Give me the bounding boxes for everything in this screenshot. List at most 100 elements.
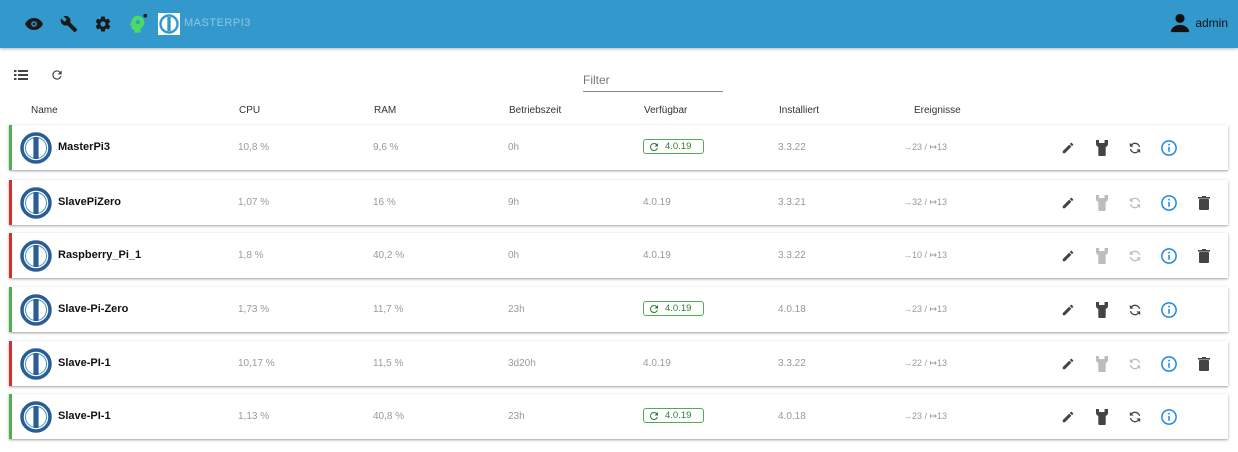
info-icon[interactable]: [1160, 247, 1178, 265]
list-icon[interactable]: [12, 66, 30, 84]
pencil-icon[interactable]: [1059, 408, 1077, 426]
column-header-ram[interactable]: RAM: [374, 105, 396, 116]
sync-icon: [1126, 355, 1144, 373]
host-ram: 11,7 %: [373, 304, 404, 315]
sync-icon[interactable]: [1126, 139, 1144, 157]
wrench-icon: [1093, 247, 1111, 265]
host-cpu: 10,8 %: [238, 142, 270, 153]
host-events: →32 / ↦13: [903, 197, 948, 207]
sync-icon: [1126, 194, 1144, 212]
host-uptime: 23h: [508, 304, 525, 315]
wrench-icon: [1093, 355, 1111, 373]
sync-icon[interactable]: [1126, 408, 1144, 426]
update-button[interactable]: 4.0.19: [643, 408, 704, 423]
pencil-icon[interactable]: [1059, 139, 1077, 157]
refresh-icon: [648, 410, 660, 422]
wrench-icon[interactable]: [1093, 301, 1111, 319]
host-name: Slave-PI-1: [58, 357, 111, 369]
host-installed: 3.3.22: [778, 250, 806, 261]
host-ram: 9,6 %: [373, 142, 399, 153]
host-row[interactable]: Slave-PI-1 1,13 % 40,8 % 23h 4.0.19 4.0.18 →23…: [9, 394, 1228, 439]
host-installed: 3.3.22: [778, 358, 806, 369]
host-row[interactable]: SlavePiZero 1,07 % 16 % 9h 4.0.19 3.3.21 →32 /…: [9, 180, 1228, 225]
update-button[interactable]: 4.0.19: [643, 139, 704, 154]
host-uptime: 3d20h: [508, 358, 536, 369]
host-ram: 40,2 %: [373, 250, 405, 261]
host-logo-icon: [20, 187, 52, 219]
info-icon[interactable]: [1160, 139, 1178, 157]
wrench-icon[interactable]: [1093, 408, 1111, 426]
host-installed: 3.3.22: [778, 142, 806, 153]
column-header-available[interactable]: Verfügbar: [644, 105, 687, 116]
column-header-uptime[interactable]: Betriebszeit: [509, 105, 561, 116]
hostname-label: MASTERPI3: [184, 17, 251, 29]
refresh-icon: [648, 303, 660, 315]
update-button[interactable]: 4.0.19: [643, 301, 704, 316]
host-ram: 16 %: [373, 197, 396, 208]
host-uptime: 23h: [508, 411, 525, 422]
user-menu[interactable]: admin: [1169, 12, 1228, 34]
refresh-icon[interactable]: [48, 66, 66, 84]
host-logo-icon: [20, 132, 52, 164]
host-row[interactable]: Raspberry_Pi_1 1,8 % 40,2 % 0h 4.0.19 3.3.22 →…: [9, 233, 1228, 278]
info-icon[interactable]: [1160, 355, 1178, 373]
host-name: Raspberry_Pi_1: [58, 249, 142, 261]
host-row[interactable]: Slave-Pi-Zero 1,73 % 11,7 % 23h 4.0.19 4.0.18…: [9, 287, 1228, 332]
pencil-icon[interactable]: [1059, 355, 1077, 373]
host-uptime: 0h: [508, 142, 520, 153]
host-name: MasterPi3: [58, 141, 110, 153]
column-header-name[interactable]: Name: [31, 105, 58, 116]
pencil-icon[interactable]: [1059, 194, 1077, 212]
host-name: SlavePiZero: [58, 196, 121, 208]
host-events: →23 / ↦13: [903, 304, 948, 314]
info-icon[interactable]: [1160, 408, 1178, 426]
host-events: →23 / ↦13: [903, 142, 948, 152]
column-header-events[interactable]: Ereignisse: [914, 105, 961, 116]
host-name: Slave-Pi-Zero: [58, 303, 129, 315]
username-label: admin: [1195, 16, 1228, 30]
host-row[interactable]: Slave-PI-1 10,17 % 11,5 % 3d20h 4.0.19 3.3.22…: [9, 341, 1228, 386]
host-row[interactable]: MasterPi3 10,8 % 9,6 % 0h 4.0.19 3.3.22 →23 / …: [9, 125, 1228, 170]
wrench-icon[interactable]: [1093, 139, 1111, 157]
gear-icon[interactable]: [91, 12, 115, 36]
trash-icon[interactable]: [1195, 247, 1213, 265]
logo-icon[interactable]: [157, 12, 181, 36]
host-available: 4.0.19: [643, 197, 671, 208]
host-cpu: 1,13 %: [238, 411, 270, 422]
host-available: 4.0.19: [643, 250, 671, 261]
host-cpu: 1,07 %: [238, 197, 270, 208]
host-available: 4.0.19: [665, 303, 692, 314]
host-name: Slave-PI-1: [58, 410, 111, 422]
adapter-head-icon[interactable]: [125, 12, 149, 36]
wrench-icon: [1093, 194, 1111, 212]
column-header-cpu[interactable]: CPU: [239, 105, 260, 116]
host-ram: 40,8 %: [373, 411, 405, 422]
filter-input[interactable]: [583, 69, 723, 92]
refresh-icon: [648, 141, 660, 153]
host-events: →10 / ↦13: [903, 250, 948, 260]
top-app-bar: MASTERPI3 admin: [0, 0, 1238, 48]
host-events: →22 / ↦13: [903, 358, 948, 368]
host-logo-icon: [20, 401, 52, 433]
sync-icon[interactable]: [1126, 301, 1144, 319]
pencil-icon[interactable]: [1059, 247, 1077, 265]
host-logo-icon: [20, 348, 52, 380]
sync-icon: [1126, 247, 1144, 265]
wrench-icon[interactable]: [57, 12, 81, 36]
user-icon: [1171, 13, 1190, 33]
host-available: 4.0.19: [643, 358, 671, 369]
host-cpu: 1,73 %: [238, 304, 270, 315]
host-installed: 4.0.18: [778, 411, 806, 422]
host-installed: 4.0.18: [778, 304, 806, 315]
info-icon[interactable]: [1160, 194, 1178, 212]
eye-icon[interactable]: [22, 12, 46, 36]
pencil-icon[interactable]: [1059, 301, 1077, 319]
host-events: →23 / ↦13: [903, 411, 948, 421]
host-logo-icon: [20, 240, 52, 272]
info-icon[interactable]: [1160, 301, 1178, 319]
column-header-installed[interactable]: Installiert: [779, 105, 819, 116]
host-ram: 11,5 %: [373, 358, 404, 369]
host-uptime: 9h: [508, 197, 520, 208]
trash-icon[interactable]: [1195, 355, 1213, 373]
trash-icon[interactable]: [1195, 194, 1213, 212]
